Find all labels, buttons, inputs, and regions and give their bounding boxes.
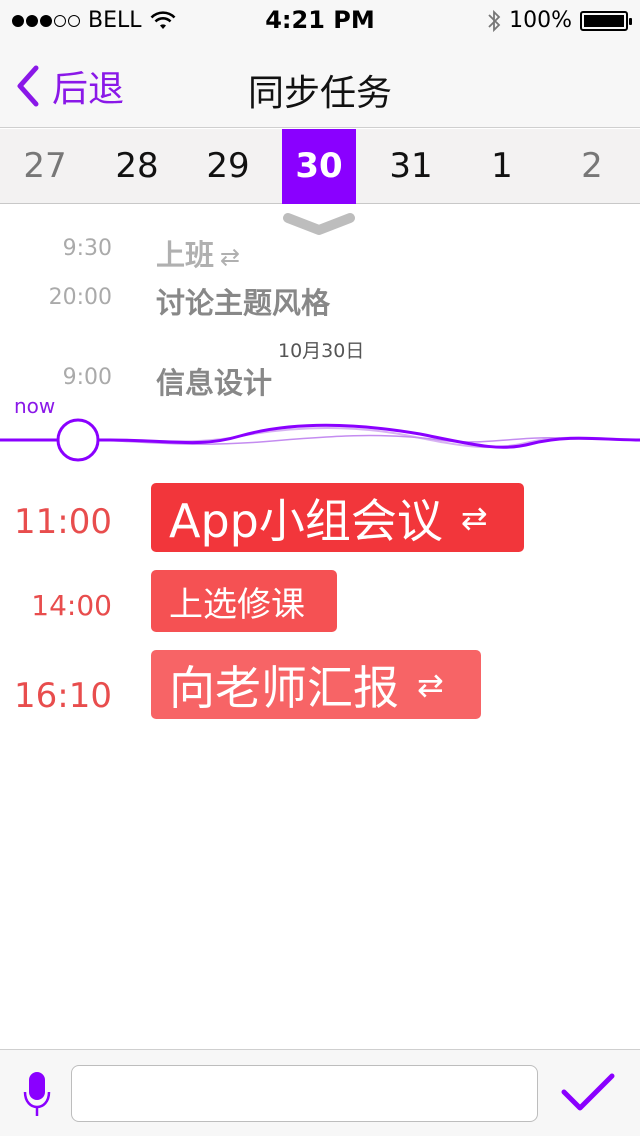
event-title[interactable]: 讨论主题风格 (156, 280, 330, 322)
event-card-elective-class[interactable]: 上选修课 (151, 570, 337, 632)
date-cell[interactable]: 1 (465, 129, 539, 204)
event-title[interactable]: 信息设计 (156, 360, 272, 402)
event-title: App小组会议 (169, 493, 443, 548)
event-time: 9:00 (62, 365, 112, 390)
event-title[interactable]: 上班 ⇄ (156, 232, 240, 274)
date-strip: 27 28 29 30 31 1 2 (0, 129, 640, 204)
event-time: 16:10 (14, 676, 112, 716)
now-timeline-wave (0, 418, 640, 462)
sync-arrows-icon: ⇄ (417, 665, 444, 704)
date-cell[interactable]: 2 (555, 129, 629, 204)
date-cell[interactable]: 28 (100, 129, 174, 204)
chevron-down-icon[interactable] (282, 212, 356, 238)
checkmark-icon[interactable] (560, 1072, 616, 1116)
battery-percent: 100% (509, 8, 572, 33)
date-cell[interactable]: 31 (374, 129, 448, 204)
event-time: 14:00 (31, 589, 112, 622)
event-title: 上选修课 (169, 584, 305, 625)
battery-icon (580, 10, 632, 31)
now-indicator-knob[interactable] (56, 418, 100, 462)
sync-arrows-icon: ⇄ (460, 498, 488, 537)
input-bar (0, 1049, 640, 1136)
event-time: 9:30 (62, 236, 112, 261)
day-separator-label: 10月30日 (278, 340, 365, 362)
chevron-left-icon (17, 65, 39, 107)
bluetooth-icon (488, 9, 501, 32)
event-card-report-teacher[interactable]: 向老师汇报 ⇄ (151, 650, 481, 719)
sync-arrows-icon: ⇄ (220, 243, 241, 271)
navigation-bar: 后退 同步任务 (0, 40, 640, 128)
date-cell[interactable]: 27 (8, 129, 82, 204)
event-card-app-meeting[interactable]: App小组会议 ⇄ (151, 483, 524, 552)
date-cell[interactable]: 29 (191, 129, 265, 204)
event-title: 向老师汇报 (169, 660, 399, 715)
event-time: 20:00 (48, 285, 112, 310)
status-bar: BELL 4:21 PM 100% (0, 0, 640, 40)
task-input[interactable] (71, 1065, 538, 1122)
back-label: 后退 (52, 69, 125, 110)
event-time: 11:00 (14, 502, 112, 542)
back-button[interactable]: 后退 (14, 60, 124, 112)
status-right: 100% (487, 8, 632, 33)
microphone-icon[interactable] (22, 1070, 52, 1118)
date-cell-selected[interactable]: 30 (282, 129, 356, 204)
